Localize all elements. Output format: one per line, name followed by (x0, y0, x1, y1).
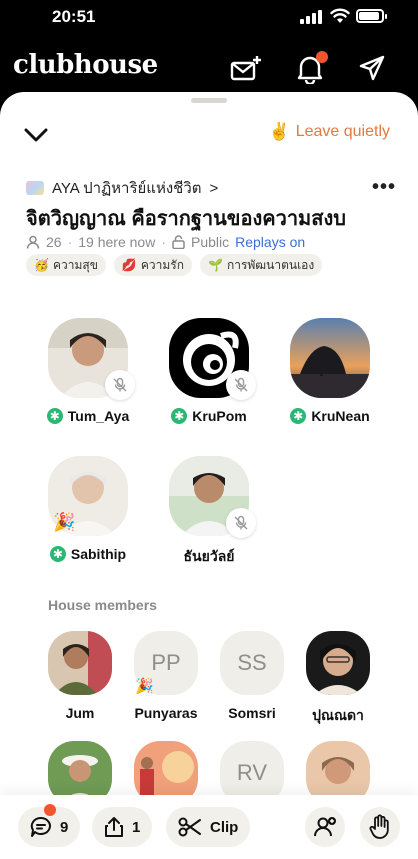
member-name: Jum (65, 705, 95, 721)
muted-mic-badge (226, 508, 256, 538)
tag-self-development[interactable]: 🌱 การพัฒนาตนเอง (199, 254, 323, 276)
party-popper-icon: 🎉 (135, 678, 154, 695)
avatar (48, 631, 112, 695)
raised-hand-icon (369, 814, 389, 839)
wifi-icon (330, 8, 350, 23)
status-bar: 20:51 (0, 0, 418, 36)
muted-mic-badge (105, 370, 135, 400)
member-punnada[interactable]: ปุณณดา (293, 631, 383, 727)
mic-off-icon (234, 377, 248, 392)
party-face-icon: 🥳 (34, 258, 49, 272)
cellular-signal-icon (300, 10, 322, 24)
seedling-icon: 🌱 (207, 258, 223, 272)
tag-love[interactable]: 💋 ความรัก (113, 254, 192, 276)
listener-count: 26 (46, 234, 62, 250)
leave-quietly-label: Leave quietly (295, 123, 390, 140)
share-icon (105, 817, 123, 837)
leave-quietly-button[interactable]: ✌️ Leave quietly (269, 122, 390, 142)
notification-dot (316, 51, 328, 63)
room-bottom-bar: 9 1 Clip (0, 795, 418, 859)
moderator-icon: ✱ (49, 546, 66, 562)
tag-label: ความรัก (140, 257, 184, 272)
send-button[interactable] (358, 54, 388, 84)
chevron-down-icon[interactable] (24, 126, 48, 144)
scissors-icon (178, 817, 201, 837)
member-somsri[interactable]: SS Somsri (207, 631, 297, 721)
more-options-icon[interactable]: ••• (372, 176, 396, 199)
moderator-icon: ✱ (171, 408, 188, 424)
notifications-button[interactable] (296, 51, 328, 86)
speaker-name: KruPom (192, 408, 247, 424)
moderator-icon: ✱ (290, 408, 307, 424)
clubhouse-logo[interactable]: clubhouse (13, 50, 158, 80)
add-person-icon (314, 817, 336, 837)
avatar (290, 318, 370, 398)
member-name: ปุณณดา (312, 707, 364, 723)
room-meta: 26 · 19 here now · Public Replays on (26, 234, 305, 250)
replays-link[interactable]: Replays on (235, 234, 305, 250)
speaker-name: Sabithip (70, 546, 127, 562)
person-photo-icon (306, 631, 370, 695)
moderator-icon: ✱ (46, 408, 63, 424)
share-count: 1 (132, 818, 141, 836)
speaker-tum-aya[interactable]: ✱ Tum_Aya (33, 318, 143, 424)
chat-bubble-icon (30, 816, 51, 837)
avatar (306, 631, 370, 695)
speaker-name: Tum_Aya (67, 408, 130, 424)
tag-label: การพัฒนาตนเอง (226, 257, 315, 272)
add-speaker-button[interactable] (305, 807, 345, 847)
visibility-label: Public (190, 234, 230, 250)
kiss-icon: 💋 (121, 258, 137, 272)
club-name: AYA ปาฏิหาริย์แห่งชีวิต (52, 180, 202, 197)
room-sheet: ✌️ Leave quietly AYA ปาฏิหาริย์แห่งชีวิต… (0, 92, 418, 859)
member-name: Punyaras (134, 705, 198, 721)
peace-hand-icon: ✌️ (268, 122, 290, 141)
mic-off-icon (113, 377, 127, 392)
sheet-grabber[interactable] (191, 98, 227, 103)
clip-button[interactable]: Clip (166, 807, 251, 847)
member-name: Somsri (228, 705, 276, 721)
room-title: จิตวิญญาณ คือรากฐานของความสงบ (26, 208, 346, 230)
separator: · (67, 234, 73, 250)
speaker-krupom[interactable]: ✱ KruPom (154, 318, 264, 424)
app-header: clubhouse (0, 42, 418, 92)
clip-label: Clip (210, 818, 239, 836)
speaker-sabithip[interactable]: 🎉 ✱ Sabithip (33, 456, 143, 562)
chevron-right-icon: > (209, 179, 219, 197)
separator: · (161, 234, 166, 250)
party-popper-icon: 🎉 (53, 512, 76, 532)
speaker-thanyawan[interactable]: ธันยวัลย์ (154, 456, 264, 568)
notification-dot (44, 804, 56, 816)
avatar-initials: SS (220, 631, 284, 695)
paper-plane-icon (359, 55, 385, 81)
invite-envelope-button[interactable] (230, 54, 261, 84)
muted-mic-badge (226, 370, 256, 400)
envelope-plus-icon (230, 56, 261, 81)
tag-happiness[interactable]: 🥳 ความสุข (26, 254, 106, 276)
speaker-name: KruNean (311, 408, 370, 424)
member-jum[interactable]: Jum (35, 631, 125, 721)
lock-open-icon (172, 235, 185, 249)
tag-label: ความสุข (52, 257, 98, 272)
club-link[interactable]: AYA ปาฏิหาริย์แห่งชีวิต > (26, 176, 218, 200)
share-button[interactable]: 1 (92, 807, 153, 847)
speaker-krunean[interactable]: ✱ KruNean (275, 318, 385, 424)
battery-icon (356, 9, 387, 23)
status-time: 20:51 (52, 7, 96, 26)
club-icon (26, 181, 44, 195)
here-now-count: 19 here now (78, 234, 156, 250)
speaker-name: ธันยวัลย์ (183, 548, 235, 564)
raise-hand-button[interactable] (360, 807, 400, 847)
chat-button[interactable]: 9 (18, 804, 81, 847)
member-punyaras[interactable]: PP 🎉 Punyaras (121, 631, 211, 721)
house-members-heading: House members (48, 597, 157, 613)
chat-count: 9 (60, 818, 69, 836)
person-icon (26, 235, 40, 249)
mic-off-icon (234, 515, 248, 530)
room-tags: 🥳 ความสุข 💋 ความรัก 🌱 การพัฒนาตนเอง (26, 254, 323, 276)
person-photo-icon (48, 631, 112, 695)
sunset-photo-icon (290, 318, 370, 398)
